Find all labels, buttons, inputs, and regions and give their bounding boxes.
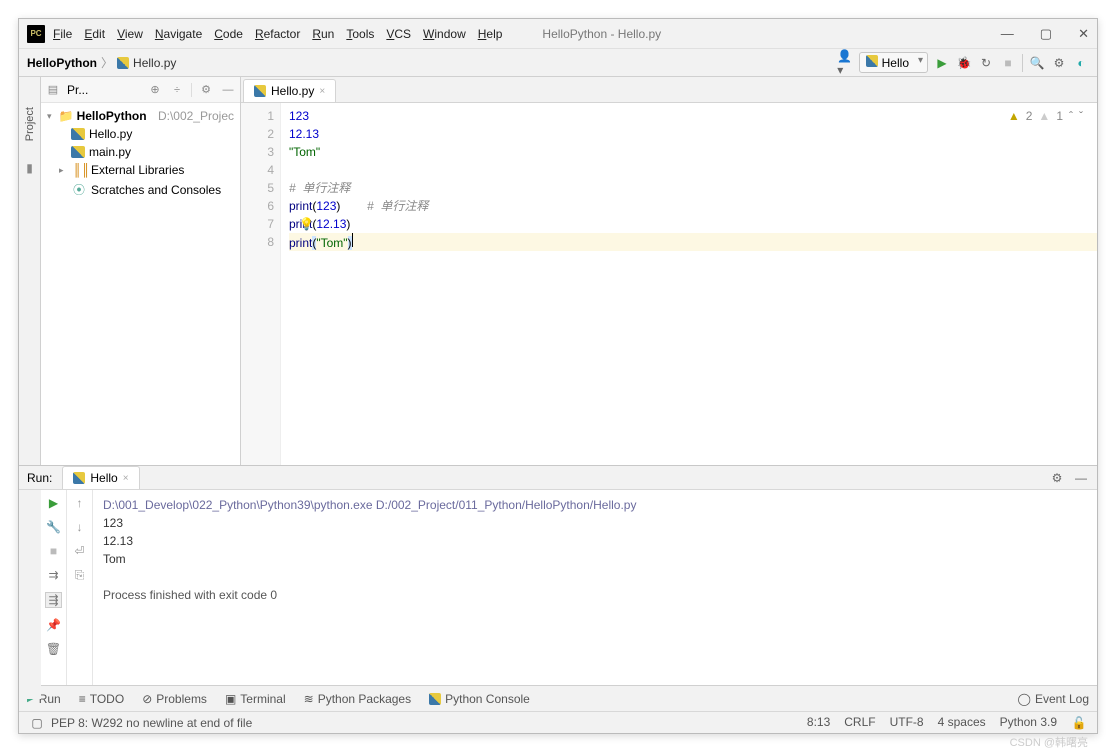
breadcrumb-sep: 〉 — [97, 54, 117, 71]
editor-tab-hello[interactable]: Hello.py× — [243, 79, 336, 102]
bottom-console[interactable]: Python Console — [429, 692, 530, 706]
add-user-icon[interactable]: 👤▾ — [837, 55, 853, 71]
menu-code[interactable]: Code — [214, 27, 243, 41]
menu-tools[interactable]: Tools — [346, 27, 374, 41]
status-message: PEP 8: W292 no newline at end of file — [51, 716, 252, 730]
breadcrumb-file[interactable]: Hello.py — [133, 56, 176, 70]
bottom-pkg[interactable]: ≋ Python Packages — [304, 692, 411, 706]
run-gear-icon[interactable]: ⚙ — [1049, 470, 1065, 486]
project-tool-window: ▤ Pr... ⊕ ÷ ⚙ — ▾📁HelloPython D:\002_Pro… — [41, 77, 241, 465]
tree-file-main[interactable]: main.py — [41, 143, 240, 161]
close-tab-icon[interactable]: × — [319, 86, 325, 97]
bookmark-icon[interactable]: ▮ — [26, 161, 33, 175]
run-output[interactable]: D:\001_Develop\022_Python\Python39\pytho… — [93, 490, 1097, 695]
bottom-eventlog[interactable]: ◯ Event Log — [1018, 692, 1089, 706]
expand-icon[interactable]: ÷ — [169, 82, 185, 98]
status-window-icon[interactable]: ▢ — [29, 715, 45, 731]
rerun-button[interactable]: ▶ — [49, 496, 58, 510]
output-settings-icon[interactable]: ⇉ — [48, 568, 58, 582]
print-icon[interactable]: ⎘ — [75, 568, 85, 583]
menu-edit[interactable]: Edit — [84, 27, 105, 41]
code-area[interactable]: 123 12.13 "Tom" # 单行注释 print(123) # 单行注释… — [281, 103, 1097, 465]
run-tool-window: Run: Hello× ⚙— Structure ▶ 🔧 ■ ⇉ ⇶ 📌 🗑 ↑… — [19, 465, 1097, 685]
titlebar: PC File Edit View Navigate Code Refactor… — [19, 19, 1097, 49]
editor-area: Hello.py× 12345678 123 12.13 "Tom" # 单行注… — [241, 77, 1097, 465]
run-hide-icon[interactable]: — — [1073, 470, 1089, 486]
tree-scratches[interactable]: ⦿Scratches and Consoles — [41, 179, 240, 200]
close-button[interactable]: ✕ — [1078, 26, 1089, 42]
watermark: CSDN @韩曙亮 — [1010, 734, 1088, 750]
menu-vcs[interactable]: VCS — [386, 27, 411, 41]
sidetab-project[interactable]: Project — [24, 107, 36, 141]
bottom-todo[interactable]: ≡ TODO — [79, 692, 124, 706]
breadcrumb-project[interactable]: HelloPython — [27, 56, 97, 70]
coverage-button[interactable]: ↻ — [978, 55, 994, 71]
layout-icon[interactable]: ⇶ — [45, 592, 61, 608]
run-tab-hello[interactable]: Hello× — [62, 466, 139, 489]
python-file-icon — [117, 57, 129, 69]
status-encoding[interactable]: UTF-8 — [890, 715, 924, 731]
run-button[interactable]: ▶ — [934, 55, 950, 71]
window-title: HelloPython - Hello.py — [502, 27, 1000, 41]
app-icon: PC — [27, 25, 45, 43]
status-bar: ▢ PEP 8: W292 no newline at end of file … — [19, 711, 1097, 733]
down-arrow-icon[interactable]: ↓ — [77, 520, 83, 534]
left-tool-strip: Project ▮ — [19, 77, 41, 465]
project-view-icon[interactable]: ▤ — [45, 82, 61, 98]
menu-file[interactable]: File — [53, 27, 72, 41]
menu-refactor[interactable]: Refactor — [255, 27, 300, 41]
status-eol[interactable]: CRLF — [844, 715, 875, 731]
bottom-problems[interactable]: ⊘ Problems — [142, 692, 207, 706]
status-python[interactable]: Python 3.9 — [1000, 715, 1057, 731]
tree-file-hello[interactable]: Hello.py — [41, 125, 240, 143]
tree-external-libraries[interactable]: ▸║║External Libraries — [41, 161, 240, 179]
run-config-combo[interactable]: Hello — [859, 52, 928, 73]
main-menu: File Edit View Navigate Code Refactor Ru… — [53, 27, 502, 41]
wrap-icon[interactable]: ⏎ — [74, 544, 84, 558]
tools-icon[interactable]: 🔧 — [46, 520, 61, 534]
hide-icon[interactable]: — — [220, 82, 236, 98]
debug-button[interactable]: 🐞 — [956, 55, 972, 71]
bottom-tool-bar: Run ≡ TODO ⊘ Problems ▣ Terminal ≋ Pytho… — [19, 685, 1097, 711]
lock-icon[interactable]: 🔓 — [1071, 715, 1087, 731]
inspection-widget[interactable]: ▲2 ▲1 ˆ ˇ — [1008, 107, 1083, 125]
run-panel-title: Run: — [27, 471, 52, 485]
menu-navigate[interactable]: Navigate — [155, 27, 202, 41]
menu-view[interactable]: View — [117, 27, 143, 41]
stop-button[interactable]: ■ — [1000, 55, 1016, 71]
search-icon[interactable]: 🔍 — [1029, 55, 1045, 71]
status-caret[interactable]: 8:13 — [807, 715, 830, 731]
menu-help[interactable]: Help — [478, 27, 503, 41]
bottom-terminal[interactable]: ▣ Terminal — [225, 692, 286, 706]
pin-icon[interactable]: 📌 — [46, 618, 61, 632]
stop-run-button[interactable]: ■ — [50, 544, 57, 558]
line-gutter: 12345678 — [241, 103, 281, 465]
tree-project-root[interactable]: ▾📁HelloPython D:\002_Projec — [41, 107, 240, 125]
ide-logo-icon[interactable]: ◐ — [1073, 55, 1089, 71]
target-icon[interactable]: ⊕ — [147, 82, 163, 98]
gear-icon[interactable]: ⚙ — [198, 82, 214, 98]
project-title: Pr... — [67, 83, 88, 97]
ide-window: PC File Edit View Navigate Code Refactor… — [18, 18, 1098, 734]
nav-bar: HelloPython 〉 Hello.py 👤▾ Hello ▶ 🐞 ↻ ■ … — [19, 49, 1097, 77]
intention-bulb-icon[interactable]: 💡 — [299, 215, 314, 233]
minimize-button[interactable]: — — [1001, 26, 1014, 42]
up-arrow-icon[interactable]: ↑ — [77, 496, 83, 510]
settings-icon[interactable]: ⚙ — [1051, 55, 1067, 71]
menu-run[interactable]: Run — [312, 27, 334, 41]
status-indent[interactable]: 4 spaces — [938, 715, 986, 731]
maximize-button[interactable]: ▢ — [1040, 26, 1052, 42]
menu-window[interactable]: Window — [423, 27, 466, 41]
trash-icon[interactable]: 🗑 — [46, 642, 61, 656]
